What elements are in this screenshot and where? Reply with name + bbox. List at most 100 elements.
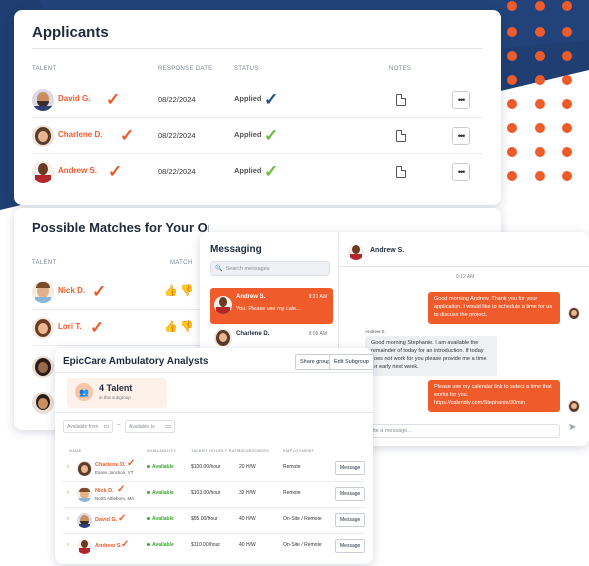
available-from-input[interactable]: Available from ▭	[63, 420, 113, 433]
group-icon: 👥	[75, 383, 93, 401]
chevron-right-icon[interactable]: ›	[67, 490, 69, 496]
avatar	[214, 296, 232, 314]
applicants-card: Applicants TALENT RESPONSE DATE STATUS N…	[14, 10, 501, 205]
applicant-name[interactable]: Andrew S.	[58, 166, 97, 175]
verified-check-icon: ✓	[108, 162, 123, 181]
table-row[interactable]: › Andrew S. ✓ Available $110.00/hour 40 …	[63, 534, 366, 560]
more-options-button[interactable]: •••	[452, 163, 470, 181]
message-button[interactable]: Message	[335, 461, 366, 475]
verified-check-icon: ✓	[120, 126, 135, 145]
talent-name[interactable]: David G.	[95, 517, 117, 523]
avatar	[77, 461, 92, 476]
col-notes: NOTES	[389, 66, 412, 72]
conversation-time: 9:21 AM	[308, 294, 327, 300]
message-button[interactable]: Message	[335, 513, 366, 527]
employment-type: Remote	[283, 464, 301, 470]
col-rate: TALENT HOURLY RATE	[191, 448, 241, 453]
message-sender: Andrew S.	[365, 329, 386, 334]
availability-dot	[147, 491, 150, 494]
avatar	[32, 317, 54, 339]
conversation-name: Charlene D.	[236, 331, 270, 337]
avatar	[568, 307, 580, 319]
thumbs-up-icon[interactable]: 👍	[164, 284, 178, 297]
avatar	[214, 329, 232, 346]
table-row[interactable]: › Charlene D. ✓ Essex Junction, VT Avail…	[63, 456, 366, 482]
employment-type: Remote	[283, 490, 301, 496]
conversation-item-active[interactable]: Andrew S. 9:21 AM You: Please use my cal…	[210, 288, 333, 324]
availability-status: Available	[152, 490, 174, 496]
col-talent: TALENT	[32, 66, 57, 72]
note-icon[interactable]	[396, 130, 406, 142]
thumbs-down-icon[interactable]: 👎	[180, 320, 194, 333]
employment-type: On-Site / Remote	[283, 516, 322, 522]
list-item[interactable]: Lori T. ✓ 👍 👎	[32, 310, 207, 346]
table-row[interactable]: David G. ✓ 08/22/2024 Applied ✓ •••	[32, 82, 483, 118]
avatar	[32, 125, 54, 147]
status-label: Applied	[234, 166, 262, 175]
conversation-preview: You: Please use my cale...	[236, 306, 301, 312]
active-contact-name: Andrew S.	[370, 247, 405, 254]
hours-per-week: 40 H/W	[239, 542, 256, 548]
message-bubble-sent: Good morning Andrew. Thank you for your …	[428, 292, 560, 324]
applicant-name[interactable]: Charlene D.	[58, 130, 102, 139]
more-options-button[interactable]: •••	[452, 127, 470, 145]
col-status: STATUS	[234, 66, 259, 72]
search-input[interactable]: 🔍 Search messages	[210, 261, 330, 276]
response-date: 08/22/2024	[158, 95, 196, 104]
available-to-placeholder: Available to	[129, 423, 155, 430]
response-date: 08/22/2024	[158, 167, 196, 176]
verified-check-icon: ✓	[90, 318, 105, 337]
available-to-input[interactable]: Available to ▭	[125, 420, 175, 433]
hours-per-week: 32 H/W	[239, 490, 256, 496]
match-name[interactable]: Lori T.	[58, 322, 82, 331]
status-check-icon: ✓	[264, 90, 279, 109]
conversation-item[interactable]: Charlene D. 9:09 AM	[210, 326, 333, 346]
table-row[interactable]: Andrew S. ✓ 08/22/2024 Applied ✓ •••	[32, 154, 483, 190]
message-input[interactable]: Write a message...	[360, 424, 560, 438]
chevron-right-icon[interactable]: ›	[67, 542, 69, 548]
table-row[interactable]: › Nick D. ✓ North Attleboro, MA Availabl…	[63, 482, 366, 508]
applicants-title: Applicants	[32, 24, 109, 41]
send-icon[interactable]: ➤	[568, 422, 576, 433]
col-name: NAME	[69, 448, 82, 453]
message-button[interactable]: Message	[335, 487, 366, 501]
match-name[interactable]: Nick D.	[58, 286, 85, 295]
message-button[interactable]: Message	[335, 539, 366, 553]
thumbs-down-icon[interactable]: 👎	[180, 284, 194, 297]
divider	[55, 412, 373, 413]
col-response-date: RESPONSE DATE	[158, 66, 213, 72]
chevron-right-icon[interactable]: ›	[67, 516, 69, 522]
verified-check-icon: ✓	[117, 484, 126, 495]
list-item[interactable]: Nick D. ✓ 👍 👎	[32, 274, 207, 310]
talent-name[interactable]: Andrew S.	[95, 543, 122, 549]
verified-check-icon: ✓	[127, 458, 136, 469]
hours-per-week: 40 H/W	[239, 516, 256, 522]
more-options-button[interactable]: •••	[452, 91, 470, 109]
talent-name[interactable]: Nick D.	[95, 488, 114, 494]
thumbs-up-icon[interactable]: 👍	[164, 320, 178, 333]
chevron-right-icon[interactable]: ›	[67, 464, 69, 470]
applicant-name[interactable]: David G.	[58, 94, 90, 103]
divider	[338, 266, 589, 267]
search-icon: 🔍	[215, 266, 223, 272]
note-icon[interactable]	[396, 166, 406, 178]
subgroup-panel: EpicCare Ambulatory Analysts Share group…	[55, 348, 374, 564]
matches-title: Possible Matches for Your Opportunity	[32, 220, 209, 235]
date-range-separator: –	[117, 422, 121, 428]
table-row[interactable]: › David G. ✓ Available $95.00/hour 40 H/…	[63, 508, 366, 534]
hourly-rate: $95.00/hour	[191, 516, 218, 522]
message-bubble-sent: Please use my calendar link to select a …	[428, 380, 560, 412]
table-row[interactable]: Charlene D. ✓ 08/22/2024 Applied ✓ •••	[32, 118, 483, 154]
verified-check-icon: ✓	[92, 282, 107, 301]
edit-subgroup-button[interactable]: Edit Subgroup	[329, 354, 374, 370]
hourly-rate: $110.00/hour	[191, 542, 221, 548]
note-icon[interactable]	[396, 94, 406, 106]
message-timestamp: 9:12 AM	[456, 274, 475, 280]
conversation-name: Andrew S.	[236, 294, 266, 300]
avatar	[348, 244, 364, 260]
calendar-icon: ▭	[103, 424, 109, 430]
calendar-icon: ▭	[165, 424, 171, 430]
talent-name[interactable]: Charlene D.	[95, 462, 126, 468]
conversation-time: 9:09 AM	[308, 331, 327, 337]
availability-status: Available	[152, 542, 174, 548]
